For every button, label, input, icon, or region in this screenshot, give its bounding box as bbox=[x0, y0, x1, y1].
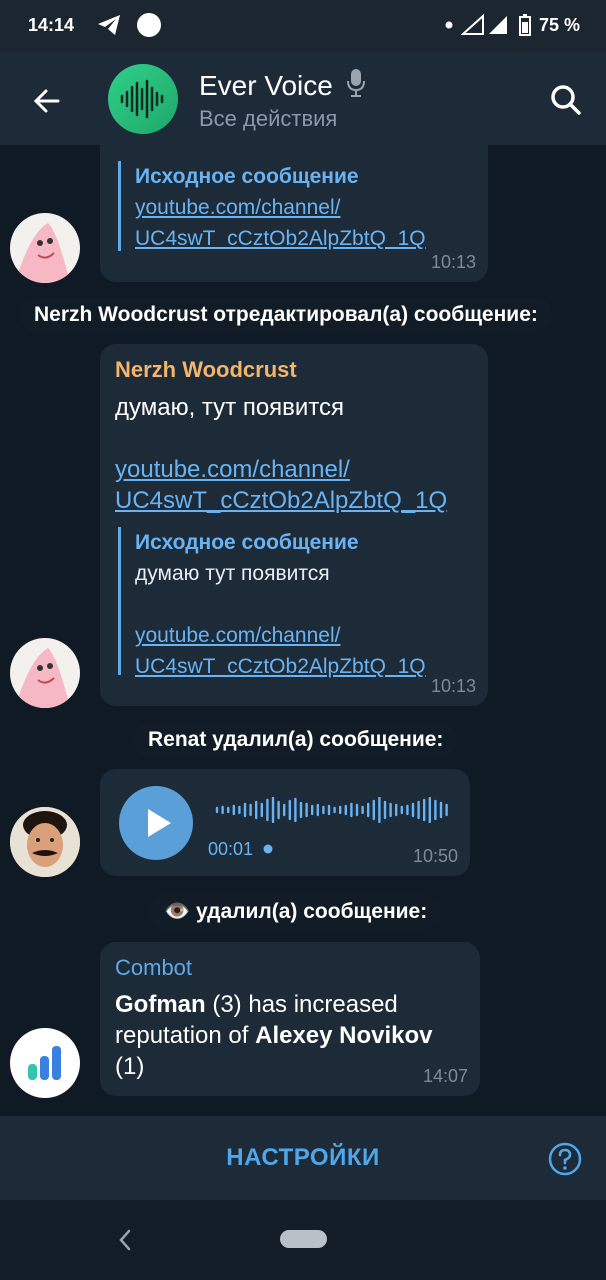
eye-icon: 👁️ bbox=[164, 900, 191, 923]
nav-back-icon[interactable] bbox=[116, 1227, 134, 1253]
avatar[interactable] bbox=[10, 807, 80, 877]
message-bubble[interactable]: Исходное сообщение youtube.com/channel/ … bbox=[100, 145, 488, 282]
battery-icon bbox=[518, 14, 531, 36]
search-icon[interactable] bbox=[546, 80, 586, 120]
channel-avatar[interactable] bbox=[108, 64, 178, 134]
chart-icon bbox=[28, 1046, 61, 1080]
message-time: 10:13 bbox=[430, 252, 476, 272]
message-bubble[interactable]: Nerzh Woodcrust думаю, тут появится yout… bbox=[100, 344, 488, 706]
sender-name[interactable]: Nerzh Woodcrust bbox=[115, 357, 297, 383]
play-button[interactable] bbox=[119, 786, 193, 860]
nav-home-pill[interactable] bbox=[280, 1230, 327, 1248]
quote-link[interactable]: youtube.com/channel/ bbox=[135, 620, 426, 651]
quote-link[interactable]: UC4swT_cCztOb2AlpZbtQ_1Q bbox=[135, 651, 426, 682]
message-time: 14:07 bbox=[422, 1066, 468, 1086]
patrick-avatar-icon bbox=[15, 223, 70, 283]
service-message: 👁️ удалил(а) сообщение: bbox=[150, 894, 442, 930]
original-message-quote: Исходное сообщение youtube.com/channel/ … bbox=[118, 161, 426, 251]
back-arrow-icon[interactable] bbox=[28, 83, 64, 119]
chat-header: Ever Voice Все действия bbox=[0, 52, 606, 145]
message-link[interactable]: youtube.com/channel/ bbox=[115, 454, 350, 485]
dot-icon bbox=[445, 21, 453, 29]
man-avatar-icon bbox=[10, 807, 80, 877]
message-text: думаю, тут появится bbox=[115, 394, 345, 421]
status-time: 14:14 bbox=[28, 15, 75, 35]
message-bubble[interactable]: Combot Gofman (3) has increased reputati… bbox=[100, 942, 480, 1096]
message-time: 10:50 bbox=[412, 846, 458, 866]
channel-subtitle: Все действия bbox=[199, 106, 338, 131]
quote-link[interactable]: UC4swT_cCztOb2AlpZbtQ_1Q bbox=[135, 223, 426, 254]
circle-icon bbox=[137, 13, 161, 37]
message-text: Gofman (3) has increased reputation of A… bbox=[115, 991, 433, 1080]
original-message-quote: Исходное сообщение думаю тут появится yo… bbox=[118, 527, 426, 678]
microphone-icon bbox=[346, 69, 365, 97]
channel-title[interactable]: Ever Voice bbox=[199, 68, 367, 102]
service-message: Nerzh Woodcrust отредактировал(а) сообще… bbox=[20, 297, 552, 333]
avatar[interactable] bbox=[10, 638, 80, 708]
voice-message-bubble[interactable]: 00:01 10:50 bbox=[100, 769, 470, 876]
status-bar: 14:14 75 % bbox=[0, 0, 606, 52]
signal-icon bbox=[460, 14, 507, 35]
unplayed-dot-icon bbox=[263, 844, 273, 854]
waveform-icon bbox=[120, 79, 164, 119]
sender-name[interactable]: Combot bbox=[115, 955, 192, 981]
help-icon[interactable] bbox=[548, 1142, 582, 1176]
message-time: 10:13 bbox=[430, 676, 476, 696]
message-link[interactable]: UC4swT_cCztOb2AlpZbtQ_1Q bbox=[115, 485, 447, 516]
patrick-avatar-icon bbox=[15, 648, 70, 708]
system-nav-bar bbox=[0, 1200, 606, 1280]
avatar[interactable] bbox=[10, 1028, 80, 1098]
voice-duration: 00:01 bbox=[208, 839, 273, 860]
settings-button[interactable]: НАСТРОЙКИ bbox=[0, 1116, 606, 1200]
play-icon bbox=[148, 809, 171, 837]
chat-area[interactable]: Исходное сообщение youtube.com/channel/ … bbox=[0, 145, 606, 1116]
service-message: Renat удалил(а) сообщение: bbox=[134, 722, 458, 758]
bottom-bar: НАСТРОЙКИ bbox=[0, 1116, 606, 1200]
quote-link[interactable]: youtube.com/channel/ bbox=[135, 192, 426, 223]
battery-percent: 75 % bbox=[538, 14, 580, 35]
waveform-icon[interactable] bbox=[214, 797, 452, 823]
avatar[interactable] bbox=[10, 213, 80, 283]
telegram-icon bbox=[98, 15, 120, 35]
